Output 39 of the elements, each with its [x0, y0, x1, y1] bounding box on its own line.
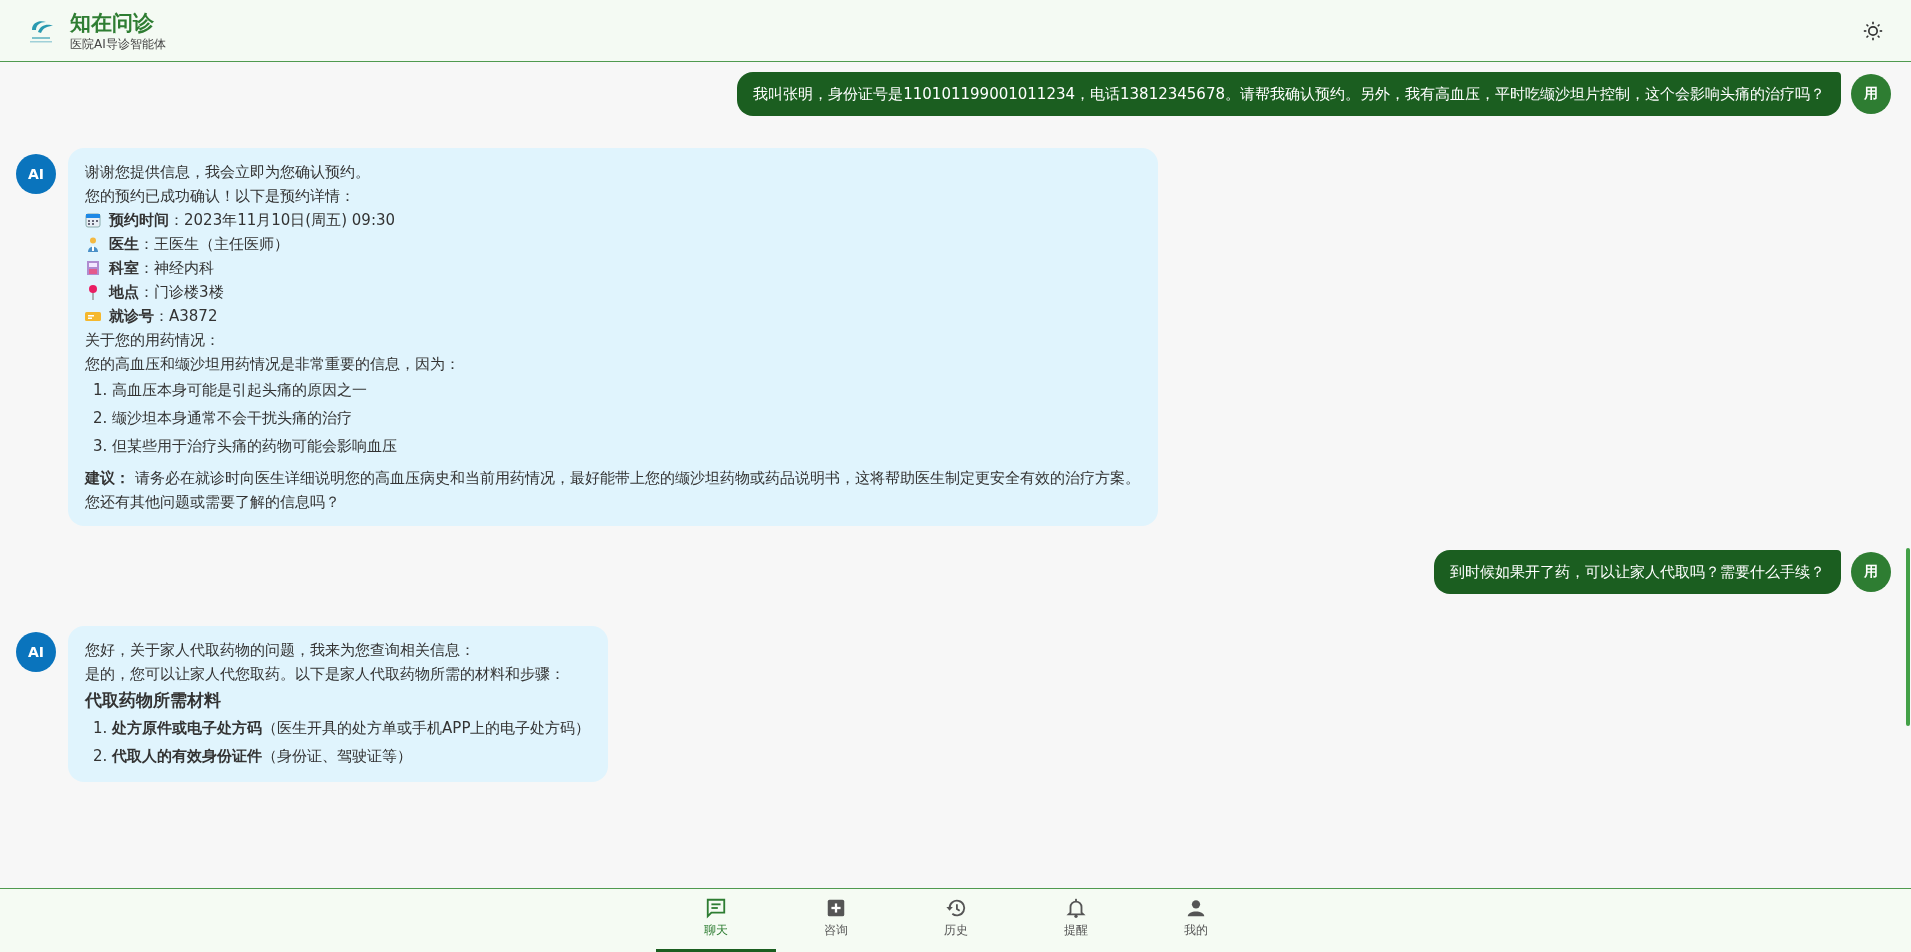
doctor-icon [85, 236, 101, 252]
user-avatar: 用 [1851, 74, 1891, 114]
message-text: 谢谢您提供信息，我会立即为您确认预约。 [85, 162, 371, 183]
nav-tab[interactable]: 咨询 [775, 889, 896, 952]
detail-text: 地点：门诊楼3楼 [109, 282, 224, 303]
message-text: 是的，您可以让家人代您取药。以下是家人代取药物所需的材料和步骤： [85, 664, 566, 685]
nav-tab[interactable]: 提醒 [1015, 889, 1136, 952]
calendar-icon [85, 212, 101, 228]
message-text: 我叫张明，身份证号是110101199001011234，电话13812345678。请帮我确认预约。另外，我有高血压，平时吃缬沙坦片控制，这个会影响头痛的治疗吗？ [753, 85, 1825, 103]
clipboard-icon [85, 260, 101, 276]
section-heading: 代取药物所需材料 [85, 689, 222, 712]
message-text: 您的高血压和缬沙坦用药情况是非常重要的信息，因为： [85, 354, 461, 375]
message-text: 关于您的用药情况： [85, 330, 221, 351]
list-item: 1. 处方原件或电子处方码（医生开具的处方单或手机APP上的电子处方码） [92, 718, 591, 739]
message-text: 到时候如果开了药，可以让家人代取吗？需要什么手续？ [1450, 563, 1825, 581]
detail-text: 预约时间：2023年11月10日(周五) 09:30 [109, 210, 396, 231]
bell-icon [1064, 897, 1087, 919]
assistant-avatar: AI [16, 632, 56, 672]
scrollbar-thumb[interactable] [1906, 548, 1910, 726]
history-icon [944, 897, 967, 919]
detail-text: 就诊号：A3872 [109, 306, 218, 327]
nav-tab[interactable]: 历史 [895, 889, 1016, 952]
user-avatar: 用 [1851, 552, 1891, 592]
detail-text: 科室：神经内科 [109, 258, 214, 279]
nav-tab[interactable]: 聊天 [655, 889, 776, 952]
message-text: 您好，关于家人代取药物的问题，我来为您查询相关信息： [85, 640, 476, 661]
chat-icon [704, 897, 727, 919]
app-title: 知在问诊 [70, 9, 155, 36]
list-item: 1. 高血压本身可能是引起头痛的原因之一 [92, 380, 369, 401]
list-item: 2. 代取人的有效身份证件（身份证、驾驶证等） [92, 746, 414, 767]
advice-text: 建议： 请务必在就诊时向医生详细说明您的高血压病史和当前用药情况，最好能带上您的缬沙坦药物或药品说明书，这将帮助医生制定更安全有效的治疗方案。 [85, 468, 1140, 489]
list-item: 3. 但某些用于治疗头痛的药物可能会影响血压 [92, 436, 399, 457]
list-item: 2. 缬沙坦本身通常不会干扰头痛的治疗 [92, 408, 354, 429]
nav-tab[interactable]: 我的 [1135, 889, 1256, 952]
assistant-avatar: AI [16, 154, 56, 194]
message-text: 您还有其他问题或需要了解的信息吗？ [85, 492, 341, 513]
detail-text: 医生：王医生（主任医师） [109, 234, 289, 255]
message-text: 您的预约已成功确认！以下是预约详情： [85, 186, 356, 207]
app-subtitle: 医院AI导诊智能体 [70, 35, 166, 52]
